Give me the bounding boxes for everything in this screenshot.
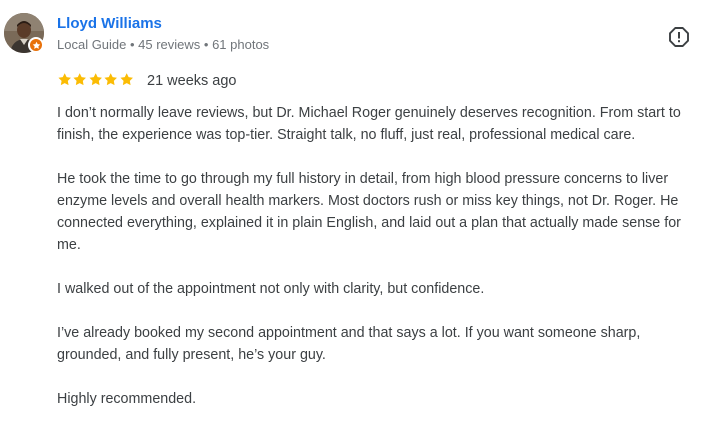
review-paragraph: He took the time to go through my full h… — [57, 171, 681, 253]
review-paragraph: Highly recommended. — [57, 391, 197, 407]
report-review-button[interactable] — [667, 25, 691, 49]
review-paragraph: I walked out of the appointment not only… — [57, 281, 485, 297]
review-text: I don’t normally leave reviews, but Dr. … — [57, 102, 707, 410]
report-icon — [669, 27, 689, 47]
star-icon — [89, 73, 102, 86]
star-icon — [58, 73, 71, 86]
review-time: 21 weeks ago — [147, 73, 237, 89]
star-icon — [104, 73, 118, 86]
reviewer-meta[interactable]: Local Guide • 45 reviews • 61 photos — [57, 37, 269, 53]
star-icon — [120, 73, 133, 86]
review-paragraph: I don’t normally leave reviews, but Dr. … — [57, 105, 681, 143]
star-rating — [57, 72, 134, 88]
star-icon — [73, 73, 87, 86]
review-paragraph: I’ve already booked my second appointmen… — [57, 325, 641, 363]
reviewer-name[interactable]: Lloyd Williams — [57, 15, 162, 33]
local-guide-star-icon — [28, 37, 44, 53]
